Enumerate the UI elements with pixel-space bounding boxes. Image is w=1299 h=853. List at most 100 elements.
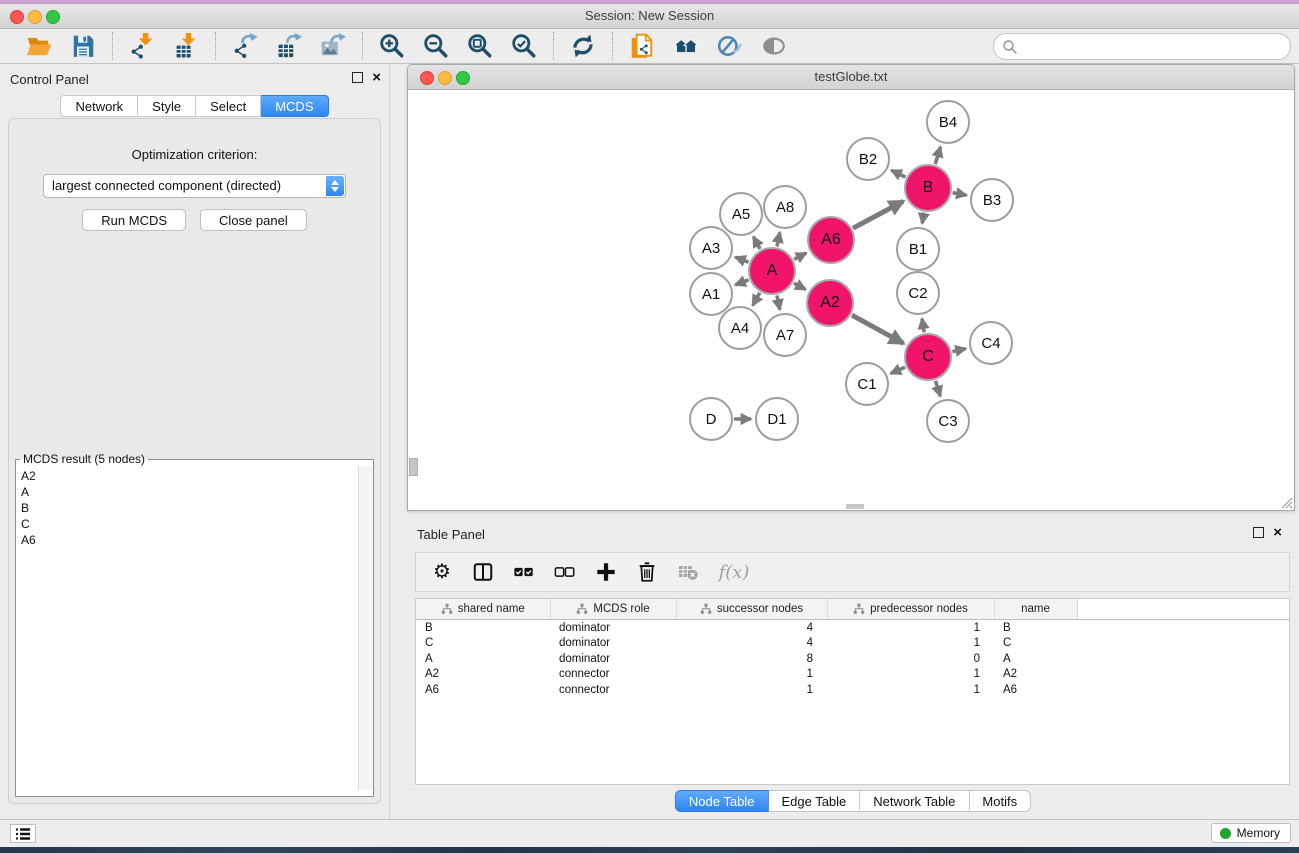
graph-node-B1[interactable]: B1 — [896, 227, 940, 271]
network-maximize-traffic-light[interactable] — [456, 71, 470, 85]
graph-node-B[interactable]: B — [904, 164, 952, 212]
mcds-result-item[interactable]: A — [16, 484, 358, 500]
hide-graphics-details-button[interactable] — [716, 32, 744, 60]
open-session-button[interactable] — [25, 32, 53, 60]
column-header-MCDS-role[interactable]: MCDS role — [550, 599, 676, 620]
zoom-out-button[interactable] — [422, 32, 450, 60]
graph-node-A4[interactable]: A4 — [718, 306, 762, 350]
edge-A-A3[interactable] — [735, 257, 748, 262]
network-horizontal-scroll-thumb[interactable] — [846, 504, 864, 509]
network-canvas[interactable]: B4B2BB3A8A5A6A3B1AA1C2A2A4A7C4CC1C3DD1 — [408, 90, 1294, 510]
table-row[interactable]: A6connector11A6 — [416, 682, 1289, 698]
tab-style[interactable]: Style — [138, 95, 196, 117]
refresh-button[interactable] — [569, 32, 597, 60]
table-close-panel-icon[interactable]: × — [1273, 527, 1282, 538]
function-builder-button[interactable]: f(x) — [717, 560, 751, 584]
column-header-shared-name[interactable]: shared name — [416, 599, 550, 620]
edge-A-A8[interactable] — [777, 232, 780, 246]
mcds-result-item[interactable]: A6 — [16, 532, 358, 548]
column-header-name[interactable]: name — [994, 599, 1077, 620]
export-image-button[interactable] — [319, 32, 347, 60]
edge-A-A4[interactable] — [753, 293, 760, 306]
tab-node-table[interactable]: Node Table — [675, 790, 769, 812]
close-panel-icon[interactable]: × — [372, 72, 381, 83]
tab-network[interactable]: Network — [60, 95, 138, 117]
graph-node-A[interactable]: A — [748, 247, 796, 295]
tab-motifs[interactable]: Motifs — [969, 790, 1031, 812]
graph-node-A3[interactable]: A3 — [689, 226, 733, 270]
close-traffic-light[interactable] — [10, 10, 24, 24]
add-button[interactable] — [594, 560, 618, 584]
tab-select[interactable]: Select — [196, 95, 261, 117]
memory-button[interactable]: Memory — [1211, 823, 1291, 843]
tab-network-table[interactable]: Network Table — [860, 790, 969, 812]
edge-B-B2[interactable] — [891, 170, 905, 177]
edge-C-C1[interactable] — [891, 367, 905, 373]
edge-A-A6[interactable] — [794, 253, 806, 259]
zoom-fit-button[interactable] — [466, 32, 494, 60]
zoom-in-button[interactable] — [378, 32, 406, 60]
column-header-successor-nodes[interactable]: successor nodes — [676, 599, 827, 620]
columns-button[interactable] — [471, 560, 495, 584]
edge-C-C3[interactable] — [935, 381, 940, 396]
export-network-button[interactable] — [231, 32, 259, 60]
resize-grip-icon[interactable] — [1280, 496, 1293, 509]
network-close-traffic-light[interactable] — [420, 71, 434, 85]
float-panel-icon[interactable] — [352, 72, 363, 83]
graph-node-C1[interactable]: C1 — [845, 362, 889, 406]
graph-node-A2[interactable]: A2 — [806, 279, 854, 327]
export-table-button[interactable] — [275, 32, 303, 60]
search-input[interactable] — [1022, 35, 1282, 58]
show-hide-eye-button[interactable] — [760, 32, 788, 60]
result-list-scrollbar[interactable] — [358, 466, 373, 790]
table-row[interactable]: Cdominator41C — [416, 636, 1289, 652]
main-titlebar[interactable]: Session: New Session — [0, 4, 1299, 29]
graph-node-B4[interactable]: B4 — [926, 100, 970, 144]
edge-A-A5[interactable] — [753, 237, 760, 249]
delete-button[interactable] — [635, 560, 659, 584]
run-mcds-button[interactable]: Run MCDS — [82, 209, 186, 231]
table-row[interactable]: Adominator80A — [416, 651, 1289, 667]
minimize-traffic-light[interactable] — [28, 10, 42, 24]
edge-B-B4[interactable] — [935, 147, 940, 164]
edge-A-A2[interactable] — [794, 283, 806, 289]
maximize-traffic-light[interactable] — [46, 10, 60, 24]
graph-node-B2[interactable]: B2 — [846, 137, 890, 181]
delete-column-button[interactable] — [676, 560, 700, 584]
mcds-result-item[interactable]: B — [16, 500, 358, 516]
import-table-button[interactable] — [172, 32, 200, 60]
graph-node-A6[interactable]: A6 — [807, 216, 855, 264]
edge-B-B3[interactable] — [953, 193, 967, 196]
mcds-result-item[interactable]: A2 — [16, 468, 358, 484]
gear-button[interactable]: ⚙ — [430, 560, 454, 584]
select-all-button[interactable] — [512, 560, 536, 584]
zoom-selected-button[interactable] — [510, 32, 538, 60]
table-row[interactable]: A2connector11A2 — [416, 667, 1289, 683]
edge-C-C4[interactable] — [952, 349, 965, 352]
mcds-result-item[interactable]: C — [16, 516, 358, 532]
deselect-all-button[interactable] — [553, 560, 577, 584]
edge-A-A7[interactable] — [777, 295, 780, 309]
network-window-titlebar[interactable]: testGlobe.txt — [408, 65, 1294, 90]
table-row[interactable]: Bdominator41B — [416, 620, 1289, 636]
edge-A2-C[interactable] — [852, 315, 904, 343]
graph-node-C4[interactable]: C4 — [969, 321, 1013, 365]
table-float-panel-icon[interactable] — [1253, 527, 1264, 538]
tab-edge-table[interactable]: Edge Table — [768, 790, 860, 812]
close-panel-button[interactable]: Close panel — [200, 209, 307, 231]
graph-node-A7[interactable]: A7 — [763, 313, 807, 357]
edge-A-A1[interactable] — [735, 280, 748, 285]
edge-B-B1[interactable] — [922, 213, 924, 224]
graph-node-C3[interactable]: C3 — [926, 399, 970, 443]
graph-node-A5[interactable]: A5 — [719, 192, 763, 236]
edge-A6-B[interactable] — [853, 201, 903, 228]
tab-mcds[interactable]: MCDS — [261, 95, 328, 117]
home-button[interactable] — [672, 32, 700, 60]
network-minimize-traffic-light[interactable] — [438, 71, 452, 85]
search-field[interactable] — [993, 33, 1291, 60]
graph-node-B3[interactable]: B3 — [970, 178, 1014, 222]
graph-node-D[interactable]: D — [689, 397, 733, 441]
criterion-select[interactable]: largest connected component (directed) — [43, 174, 346, 198]
column-header-predecessor-nodes[interactable]: predecessor nodes — [827, 599, 994, 620]
graph-node-C2[interactable]: C2 — [896, 271, 940, 315]
